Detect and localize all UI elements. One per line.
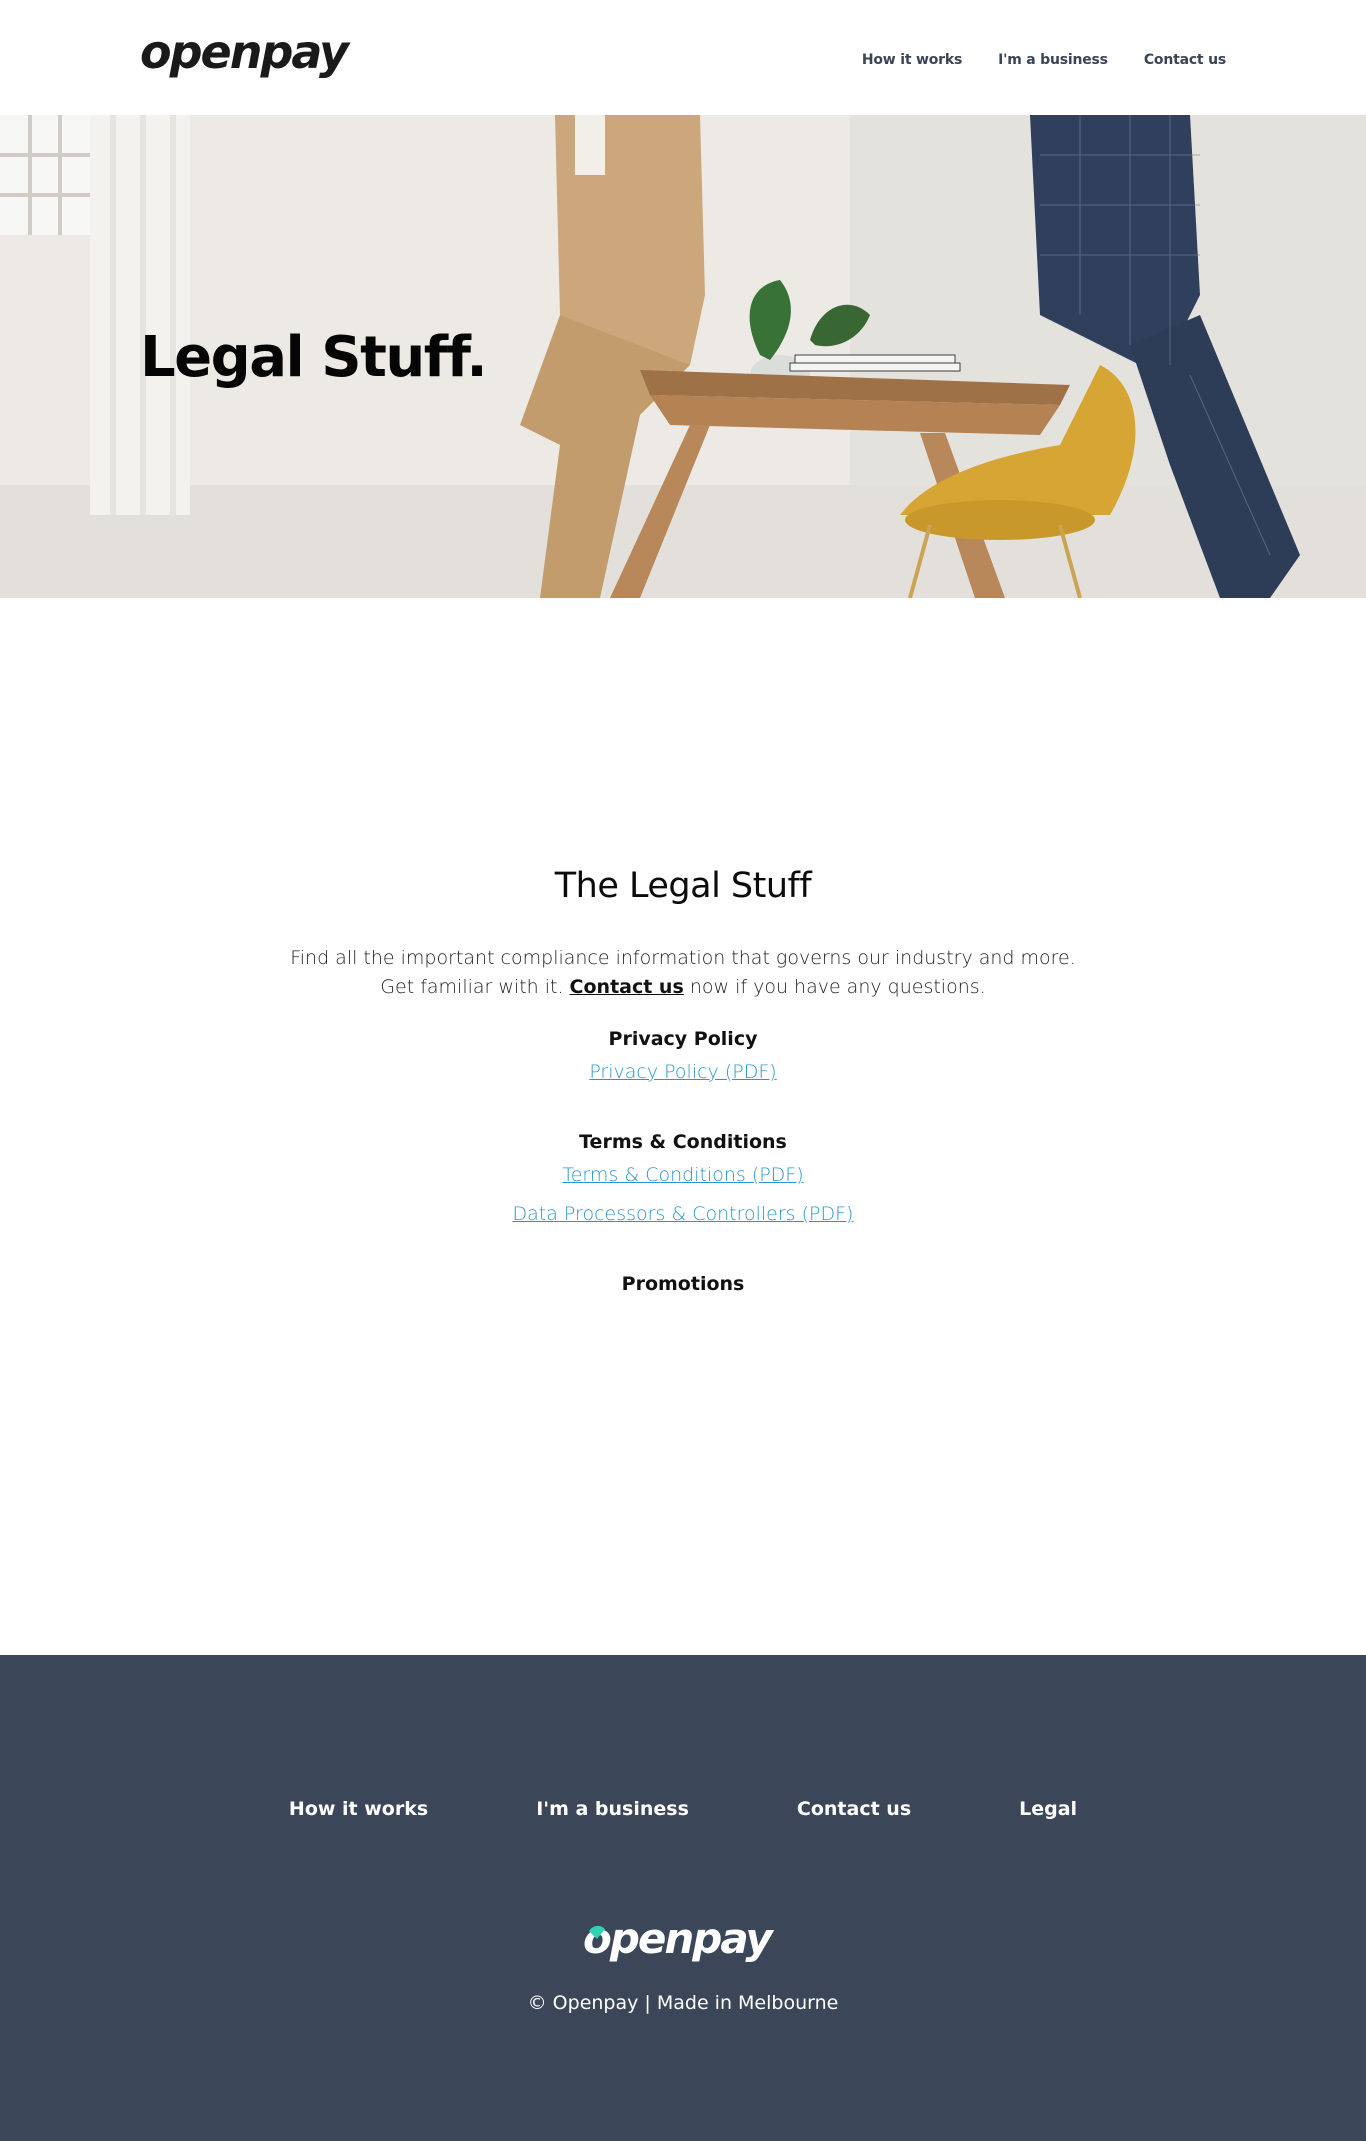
footer-nav-contact-us[interactable]: Contact us (797, 1798, 911, 1820)
intro-line-2-after: now if you have any questions. (683, 976, 986, 998)
data-processors-pdf-link[interactable]: Data Processors & Controllers (PDF) (0, 1203, 1366, 1225)
promotions-heading: Promotions (621, 1273, 745, 1295)
site-footer: How it works I'm a business Contact us L… (0, 1655, 1366, 2141)
legal-content: The Legal Stuff Find all the important c… (0, 598, 1366, 1655)
footer-nav-im-a-business[interactable]: I'm a business (536, 1798, 689, 1820)
footer-nav: How it works I'm a business Contact us L… (0, 1798, 1366, 1820)
privacy-policy-pdf-link[interactable]: Privacy Policy (PDF) (0, 1061, 1366, 1083)
intro-text: Find all the important compliance inform… (0, 944, 1366, 1002)
svg-text:openpay: openpay (140, 30, 351, 79)
intro-line-2: Get familiar with it. Contact us now if … (0, 973, 1366, 1002)
page-title: The Legal Stuff (554, 866, 812, 906)
privacy-policy-heading: Privacy Policy (608, 1028, 758, 1050)
openpay-footer-logo[interactable]: openpay (583, 1917, 783, 1967)
svg-text:openpay: openpay (583, 1917, 774, 1963)
intro-line-2-before: Get familiar with it. (380, 976, 570, 998)
hero-banner: Legal Stuff. (0, 115, 1366, 598)
nav-how-it-works[interactable]: How it works (862, 52, 962, 68)
contact-us-link[interactable]: Contact us (570, 976, 684, 998)
intro-line-1: Find all the important compliance inform… (290, 947, 1076, 969)
hero-title: Legal Stuff. (140, 325, 488, 390)
nav-im-a-business[interactable]: I'm a business (998, 52, 1108, 68)
copyright-text: © Openpay | Made in Melbourne (527, 1992, 839, 2014)
footer-nav-how-it-works[interactable]: How it works (289, 1798, 428, 1820)
terms-conditions-pdf-link[interactable]: Terms & Conditions (PDF) (0, 1164, 1366, 1186)
site-header: openpay How it works I'm a business Cont… (0, 0, 1366, 115)
openpay-logo[interactable]: openpay (140, 30, 360, 84)
nav-contact-us[interactable]: Contact us (1144, 52, 1226, 68)
main-nav: How it works I'm a business Contact us (862, 52, 1226, 68)
footer-nav-legal[interactable]: Legal (1019, 1798, 1077, 1820)
terms-conditions-heading: Terms & Conditions (579, 1131, 787, 1153)
